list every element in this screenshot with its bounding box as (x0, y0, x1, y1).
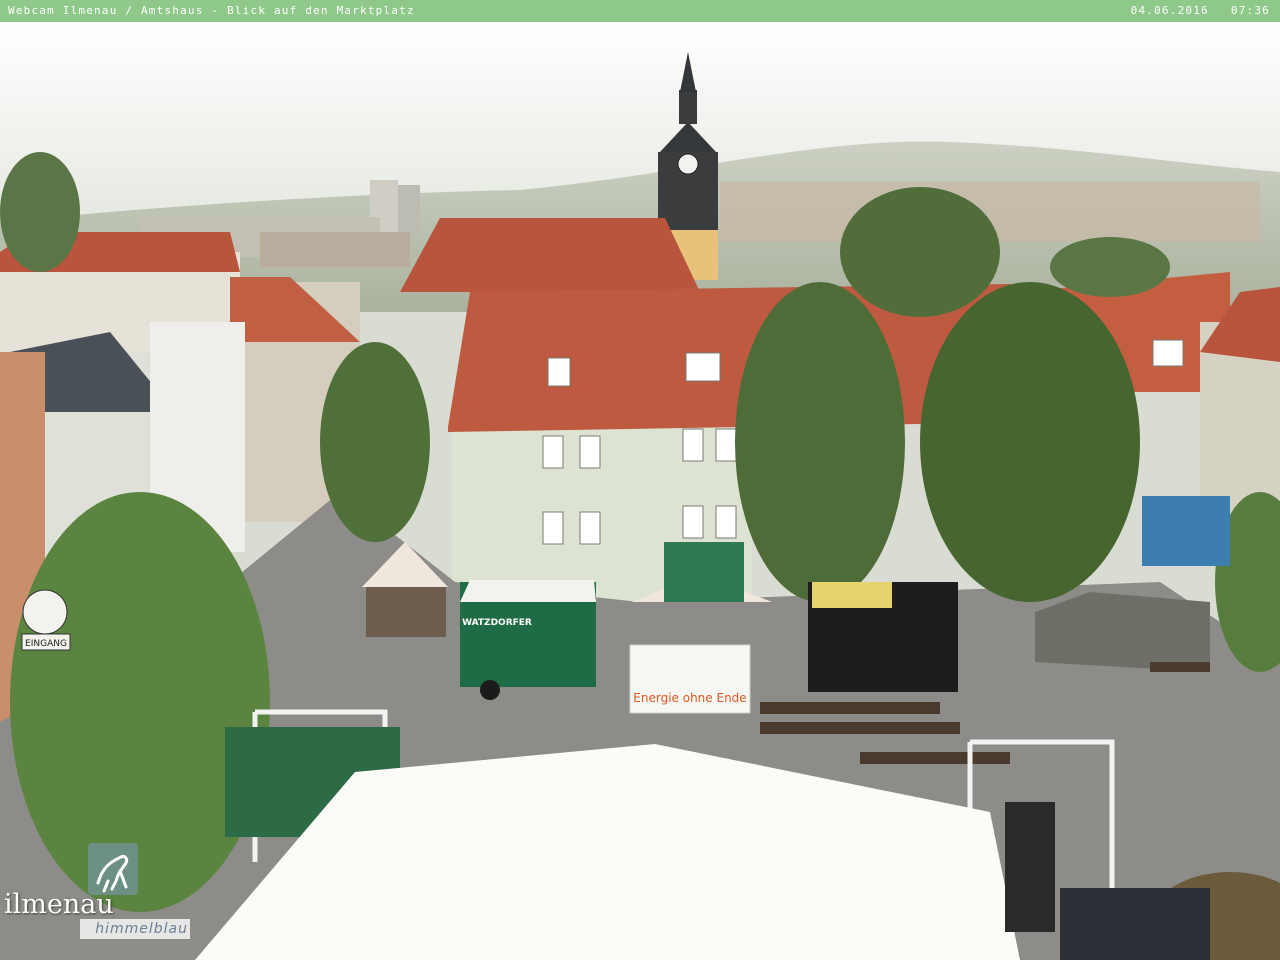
horse-rider-emblem-icon (88, 843, 138, 895)
timestamp: 04.06.2016 07:36 (1131, 0, 1270, 22)
date-label: 04.06.2016 (1130, 4, 1209, 17)
eingang-sign-text: EINGANG (25, 639, 67, 649)
energie-banner-text: Energie ohne Ende (633, 691, 746, 705)
trailer-brand-text: WATZDORFER (462, 618, 532, 628)
ilmenau-logo: ilmenau himmelblau (0, 843, 200, 943)
time-label: 07:36 (1230, 4, 1270, 17)
eingang-sign: EINGANG (21, 589, 71, 651)
fountain (1035, 592, 1210, 672)
speaker-stack (1005, 802, 1055, 932)
logo-wordmark: ilmenau (4, 889, 114, 920)
webcam-title: Webcam Ilmenau / Amtshaus - Blick auf de… (8, 4, 415, 17)
watzdorfer-trailer (460, 580, 596, 700)
webcam-image: EINGANG WATZDORFER Energie ohne Ende (0, 22, 1280, 960)
webcam-header-bar: Webcam Ilmenau / Amtshaus - Blick auf de… (0, 0, 1280, 22)
parked-van (1060, 888, 1210, 960)
logo-tagline: himmelblau (80, 919, 190, 939)
